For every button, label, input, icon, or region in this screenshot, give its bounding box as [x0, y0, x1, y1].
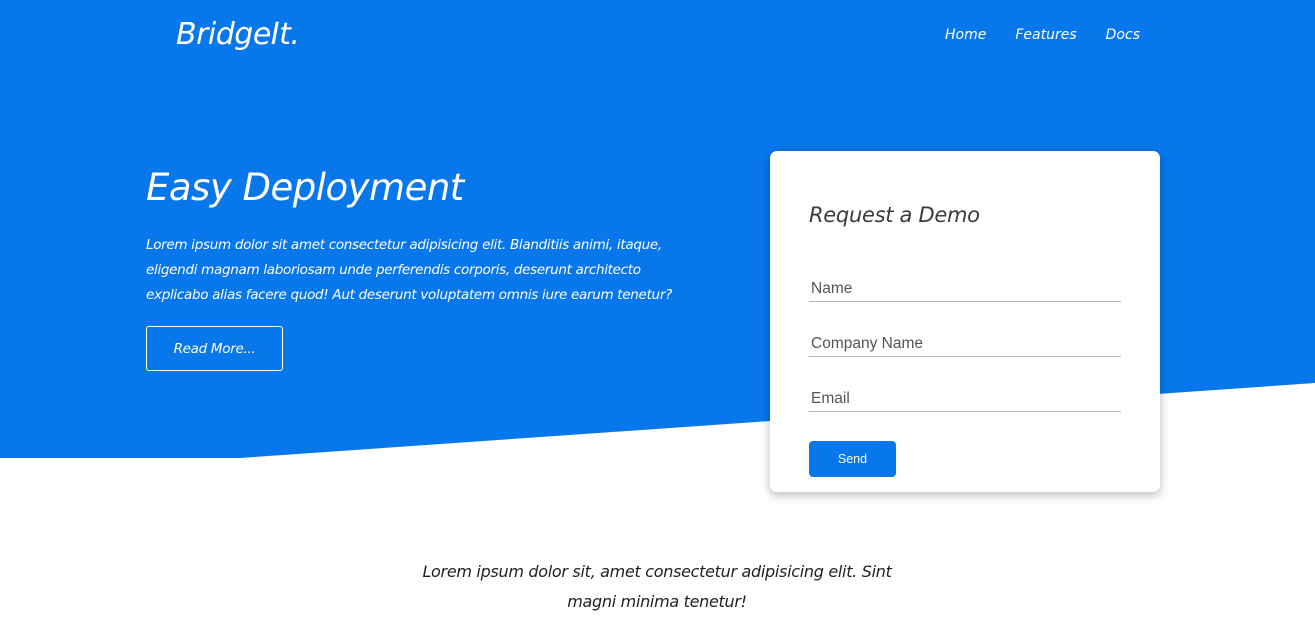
email-input[interactable] [809, 386, 1121, 412]
send-button[interactable]: Send [809, 441, 896, 477]
name-input[interactable] [809, 276, 1121, 302]
hero-description: Lorem ipsum dolor sit amet consectetur a… [146, 237, 672, 303]
nav-home-link[interactable]: Home [945, 27, 986, 43]
nav-features-link[interactable]: Features [1015, 27, 1076, 43]
main-nav: Home Features Docs [945, 27, 1140, 43]
demo-request-form: Request a Demo Send [770, 151, 1160, 492]
nav-docs-link[interactable]: Docs [1106, 27, 1140, 43]
company-name-input[interactable] [809, 331, 1121, 357]
form-title: Request a Demo [809, 203, 980, 227]
logo[interactable]: BridgeIt. [176, 17, 300, 52]
read-more-button[interactable]: Read More... [146, 326, 283, 371]
tagline: Lorem ipsum dolor sit, amet consectetur … [422, 562, 892, 611]
hero-title: Easy Deployment [146, 166, 464, 209]
